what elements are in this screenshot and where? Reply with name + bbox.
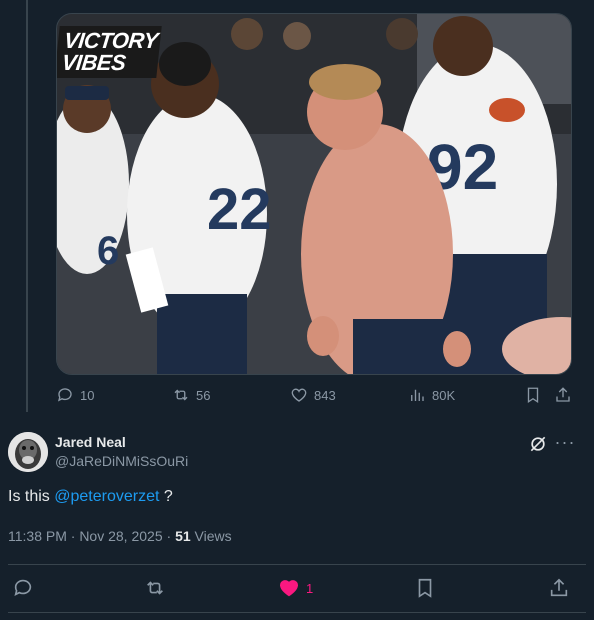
- heart-icon: [291, 388, 307, 402]
- grok-icon[interactable]: [528, 434, 548, 454]
- views-count-number: 51: [175, 528, 191, 544]
- divider-bottom: [8, 612, 586, 613]
- like-button[interactable]: 843: [290, 386, 336, 404]
- share-button[interactable]: [554, 386, 572, 404]
- repost-icon: [174, 389, 188, 401]
- reply-button[interactable]: 10: [56, 386, 94, 404]
- reply-button-main[interactable]: [12, 577, 34, 599]
- mention-link[interactable]: @peteroverzet: [54, 488, 159, 505]
- reply-icon: [57, 388, 72, 402]
- tweet-media-image[interactable]: 6 22 92 VICTORY VIBES: [56, 13, 572, 375]
- repost-button[interactable]: 56: [172, 386, 210, 404]
- avatar-image: [8, 432, 48, 472]
- like-button-main[interactable]: 1: [278, 577, 313, 599]
- bookmark-button-main[interactable]: [414, 577, 436, 599]
- share-icon: [556, 387, 570, 402]
- reply-count: 10: [80, 387, 95, 403]
- jersey-far-left-number: 6: [97, 229, 119, 273]
- thread-line: [26, 0, 28, 412]
- share-icon: [550, 578, 568, 597]
- timestamp[interactable]: 11:38 PM · Nov 28, 2025 ·: [8, 528, 175, 544]
- reply-text-prefix: Is this: [8, 488, 55, 505]
- bookmark-icon: [418, 578, 432, 598]
- author-name[interactable]: Jared Neal: [55, 434, 126, 450]
- repost-icon: [147, 581, 163, 595]
- repost-button-main[interactable]: [144, 577, 166, 599]
- author-handle[interactable]: @JaReDiNMiSsOuRi: [55, 453, 188, 469]
- heart-icon: [279, 580, 299, 597]
- media-overlay-text: VICTORY VIBES: [60, 28, 159, 75]
- media-overlay-banner: VICTORY VIBES: [57, 26, 162, 78]
- bookmark-icon: [527, 387, 539, 404]
- views-label: Views: [190, 528, 232, 544]
- repost-count: 56: [196, 387, 211, 403]
- reply-header: Jared Neal @JaReDiNMiSsOuRi ···: [8, 430, 586, 475]
- views-button[interactable]: 80K: [408, 386, 455, 404]
- jersey-left-number: 22: [207, 177, 272, 242]
- parent-tweet-actions: 10 56 843 80K: [56, 386, 576, 410]
- reply-icon: [14, 579, 32, 596]
- avatar[interactable]: [8, 432, 48, 472]
- post-meta: 11:38 PM · Nov 28, 2025 · 51 Views: [8, 528, 232, 544]
- like-count-main: 1: [306, 580, 314, 596]
- views-bar-icon: [411, 389, 424, 401]
- reply-text-suffix: ?: [159, 488, 173, 505]
- reply-text: Is this @peteroverzet ?: [8, 488, 173, 506]
- more-icon[interactable]: ···: [553, 432, 577, 456]
- share-button-main[interactable]: [548, 577, 570, 599]
- reply-actions: 1: [8, 577, 586, 601]
- bookmark-button[interactable]: [524, 386, 542, 404]
- views-count: 80K: [432, 387, 456, 403]
- divider-top: [8, 564, 586, 565]
- like-count: 843: [314, 387, 336, 403]
